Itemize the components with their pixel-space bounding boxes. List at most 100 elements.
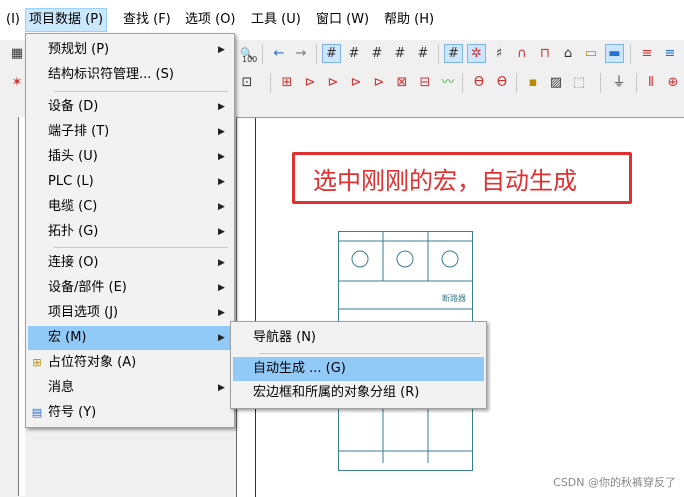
- plug-symbol-4-icon[interactable]: ⊳: [370, 74, 388, 92]
- menu-separator: [259, 353, 480, 354]
- menu-item-plug[interactable]: 插头 (U) ▶: [28, 145, 232, 169]
- menu-item-label: 自动生成 ... (G): [253, 361, 346, 376]
- grid-c-icon[interactable]: #: [368, 45, 386, 63]
- submenu-item-macro-frame-grouping[interactable]: 宏边框和所属的对象分组 (R): [233, 381, 484, 405]
- menu-find[interactable]: 查找 (F): [120, 9, 174, 31]
- placeholder-symbol-icon[interactable]: ▪: [524, 74, 542, 92]
- menu-item-label: 拓扑 (G): [48, 224, 99, 239]
- page-view-icon[interactable]: ▬: [605, 44, 624, 63]
- menu-item-terminal-strip[interactable]: 端子排 (T) ▶: [28, 120, 232, 144]
- submenu-arrow-icon: ▶: [218, 102, 225, 112]
- menu-item-devices[interactable]: 设备 (D) ▶: [28, 95, 232, 119]
- ground-icon[interactable]: ⏚: [610, 74, 628, 92]
- contact-symbol-icon[interactable]: Ɵ: [470, 74, 488, 92]
- wave-symbol-icon[interactable]: 〰: [439, 74, 457, 92]
- busbar-icon[interactable]: ⫴: [642, 74, 660, 92]
- hatch-icon[interactable]: ▨: [547, 74, 565, 92]
- menu-item-label: 导航器 (N): [253, 330, 317, 345]
- grid-small-icon[interactable]: ♯: [490, 45, 508, 63]
- plug-symbol-3-icon[interactable]: ⊳: [347, 74, 365, 92]
- project-data-menu: 预规划 (P) ▶ 结构标识符管理... (S) 设备 (D) ▶ 端子排 (T…: [25, 33, 235, 428]
- menu-item-placeholder-object[interactable]: ⊞ 占位符对象 (A): [28, 351, 232, 375]
- arrow-left-icon[interactable]: ←: [270, 45, 288, 63]
- menu-item-label: 插头 (U): [48, 149, 98, 164]
- zoom-100-icon[interactable]: 100 🔍: [238, 45, 257, 64]
- snap-grid-icon[interactable]: ✲: [467, 44, 486, 63]
- magnet-icon[interactable]: ∩: [513, 45, 531, 63]
- page-frame-line: [255, 118, 256, 497]
- lines-icon[interactable]: ≡: [638, 45, 656, 63]
- plug-symbol-2-icon[interactable]: ⊳: [324, 74, 342, 92]
- menu-item-label: 消息: [48, 380, 75, 395]
- menu-project-data[interactable]: 项目数据 (P): [25, 8, 108, 32]
- plug-symbol-icon[interactable]: ⊳: [301, 74, 319, 92]
- table-icon[interactable]: ▦: [8, 45, 26, 63]
- symbol-box-icon[interactable]: ⊡: [238, 74, 256, 92]
- toolbar-separator: [462, 73, 463, 93]
- menu-item-preplanning[interactable]: 预规划 (P) ▶: [28, 38, 232, 62]
- menu-item-project-options[interactable]: 项目选项 (J) ▶: [28, 301, 232, 325]
- menu-item-label: 端子排 (T): [48, 124, 110, 139]
- menu-item-symbol[interactable]: ▤ 符号 (Y): [28, 401, 232, 425]
- menu-item-label: 占位符对象 (A): [48, 355, 137, 370]
- watermark: CSDN @你的秋裤穿反了: [553, 476, 676, 489]
- dashed-box-icon[interactable]: ⬚: [570, 74, 588, 92]
- menu-separator: [54, 91, 228, 92]
- menu-item-label: 宏 (M): [48, 330, 87, 345]
- grid-a-icon[interactable]: #: [322, 44, 341, 63]
- menu-item-label: 符号 (Y): [48, 405, 97, 420]
- toolbar-separator: [262, 44, 263, 64]
- grid-e-icon[interactable]: #: [414, 45, 432, 63]
- menu-item-macro[interactable]: 宏 (M) ▶: [28, 326, 232, 350]
- arrow-right-icon[interactable]: →: [292, 45, 310, 63]
- terminal-symbol-icon[interactable]: ⊞: [278, 74, 296, 92]
- toolbar-separator: [630, 44, 631, 64]
- menu-item-label: 电缆 (C): [48, 199, 98, 214]
- grid-toggle-icon[interactable]: #: [444, 44, 463, 63]
- device-symbol-icon[interactable]: ⊠: [393, 74, 411, 92]
- submenu-arrow-icon: ▶: [218, 308, 225, 318]
- menu-tools[interactable]: 工具 (U): [248, 9, 304, 31]
- menu-item-label: PLC (L): [48, 174, 94, 189]
- star-symbol-icon[interactable]: ✶: [8, 74, 26, 92]
- submenu-arrow-icon: ▶: [218, 152, 225, 162]
- counter-icon[interactable]: ▭: [582, 45, 600, 63]
- menu-options[interactable]: 选项 (O): [182, 9, 239, 31]
- submenu-arrow-icon: ▶: [218, 177, 225, 187]
- submenu-arrow-icon: ▶: [218, 227, 225, 237]
- menu-item-device-parts[interactable]: 设备/部件 (E) ▶: [28, 276, 232, 300]
- menu-item-label: 连接 (O): [48, 255, 99, 270]
- submenu-item-navigator[interactable]: 导航器 (N): [233, 326, 484, 350]
- toolbar-separator: [636, 73, 637, 93]
- menu-item-label: 设备 (D): [48, 99, 99, 114]
- menu-window[interactable]: 窗口 (W): [313, 9, 372, 31]
- menu-i[interactable]: (I): [3, 9, 23, 31]
- cross-icon[interactable]: ⊕: [664, 74, 682, 92]
- menu-item-label: 宏边框和所属的对象分组 (R): [253, 385, 420, 400]
- menu-item-messages[interactable]: 消息 ▶: [28, 376, 232, 400]
- submenu-arrow-icon: ▶: [218, 45, 225, 55]
- grid-d-icon[interactable]: #: [391, 45, 409, 63]
- submenu-item-auto-generate[interactable]: 自动生成 ... (G): [233, 357, 484, 381]
- contact-symbol-2-icon[interactable]: Ɵ: [493, 74, 511, 92]
- lines-blue-icon[interactable]: ≡: [661, 45, 679, 63]
- submenu-arrow-icon: ▶: [218, 283, 225, 293]
- toolbar-separator: [270, 73, 271, 93]
- grid-b-icon[interactable]: #: [345, 45, 363, 63]
- menu-item-structure-identifier[interactable]: 结构标识符管理... (S): [28, 63, 232, 87]
- submenu-arrow-icon: ▶: [218, 202, 225, 212]
- annotation-box: 选中刚刚的宏，自动生成: [292, 152, 632, 204]
- menu-item-topology[interactable]: 拓扑 (G) ▶: [28, 220, 232, 244]
- device-symbol-2-icon[interactable]: ⊟: [416, 74, 434, 92]
- snap-object-icon[interactable]: ⊓: [536, 45, 554, 63]
- menu-item-label: 设备/部件 (E): [48, 280, 127, 295]
- menu-item-plc[interactable]: PLC (L) ▶: [28, 170, 232, 194]
- menu-item-cable[interactable]: 电缆 (C) ▶: [28, 195, 232, 219]
- menu-help[interactable]: 帮助 (H): [381, 9, 437, 31]
- submenu-arrow-icon: ▶: [218, 383, 225, 393]
- toolbar-separator: [600, 73, 601, 93]
- menu-item-connections[interactable]: 连接 (O) ▶: [28, 251, 232, 275]
- breaker-label: 断路器: [442, 293, 466, 303]
- symbol-library-icon: ▤: [31, 406, 43, 419]
- connect-icon[interactable]: ⌂: [559, 45, 577, 63]
